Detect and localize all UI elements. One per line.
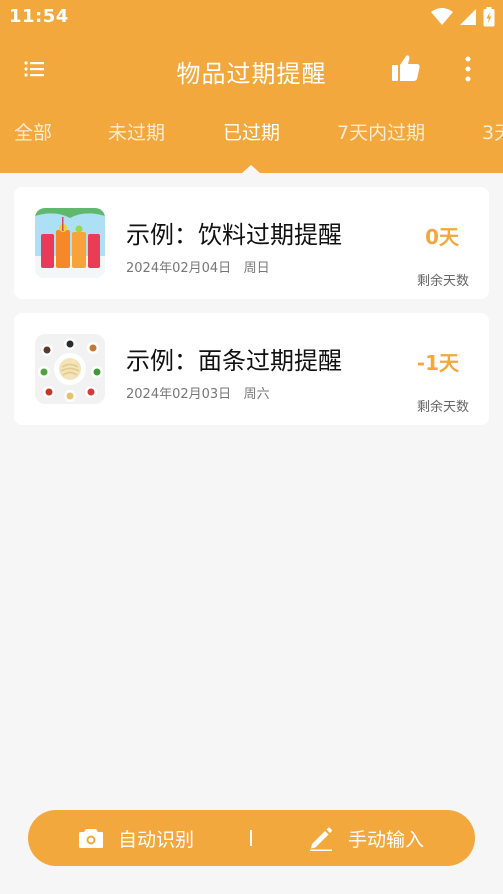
remaining-days-value: 0天 — [425, 225, 459, 249]
item-date-value: 2024年02月03日 — [126, 387, 232, 402]
thumbs-up-icon — [392, 55, 420, 81]
item-weekday: 周六 — [243, 387, 270, 402]
item-title: 示例：面条过期提醒 — [126, 347, 342, 375]
like-button[interactable] — [390, 52, 422, 84]
pencil-icon — [310, 827, 332, 851]
page-title: 物品过期提醒 — [176, 60, 327, 88]
manual-input-label: 手动输入 — [348, 828, 425, 851]
item-weekday: 周日 — [243, 261, 270, 276]
wifi-icon — [431, 8, 453, 25]
auto-recognize-label: 自动识别 — [118, 828, 195, 851]
battery-icon — [483, 7, 495, 27]
remaining-days-label: 剩余天数 — [416, 400, 469, 415]
more-options-button[interactable] — [458, 54, 478, 84]
item-title: 示例：饮料过期提醒 — [126, 221, 342, 249]
drinks-image — [35, 208, 105, 278]
item-date: 2024年02月04日 周日 — [126, 257, 270, 276]
manual-input-button[interactable]: 手动输入 — [308, 810, 424, 866]
remaining-days-value: -1天 — [416, 351, 459, 375]
item-date: 2024年02月03日 周六 — [126, 383, 270, 402]
tab-expire-in-7-days[interactable]: 7天内过期 — [337, 118, 425, 145]
list-item[interactable]: 示例：饮料过期提醒 2024年02月04日 周日 0天 剩余天数 — [14, 187, 489, 299]
list-item[interactable]: 示例：面条过期提醒 2024年02月03日 周六 -1天 剩余天数 — [14, 313, 489, 425]
camera-icon — [79, 829, 103, 848]
remaining-days-label: 剩余天数 — [416, 274, 469, 289]
app-header: 11:54 物品过期提醒 全部 未过期 已过期 7天内过期 3 — [0, 0, 503, 173]
tab-not-expired[interactable]: 未过期 — [108, 118, 165, 145]
tab-expire-in-3-days[interactable]: 3天 — [482, 118, 503, 145]
action-divider — [250, 830, 252, 846]
auto-recognize-button[interactable]: 自动识别 — [78, 810, 194, 866]
more-vertical-icon — [465, 56, 471, 82]
status-bar: 11:54 — [0, 0, 503, 34]
item-date-value: 2024年02月04日 — [126, 261, 232, 276]
status-time: 11:54 — [9, 6, 69, 27]
bottom-action-bar: 自动识别 手动输入 — [28, 810, 475, 866]
active-tab-indicator — [242, 165, 260, 173]
signal-icon — [460, 9, 476, 25]
tab-all[interactable]: 全部 — [14, 118, 52, 145]
filter-tabs: 全部 未过期 已过期 7天内过期 3天 — [0, 118, 503, 158]
app-bar: 物品过期提醒 — [0, 40, 503, 98]
status-icons — [431, 7, 495, 27]
tab-expired[interactable]: 已过期 — [223, 118, 280, 145]
noodles-image — [35, 334, 105, 404]
